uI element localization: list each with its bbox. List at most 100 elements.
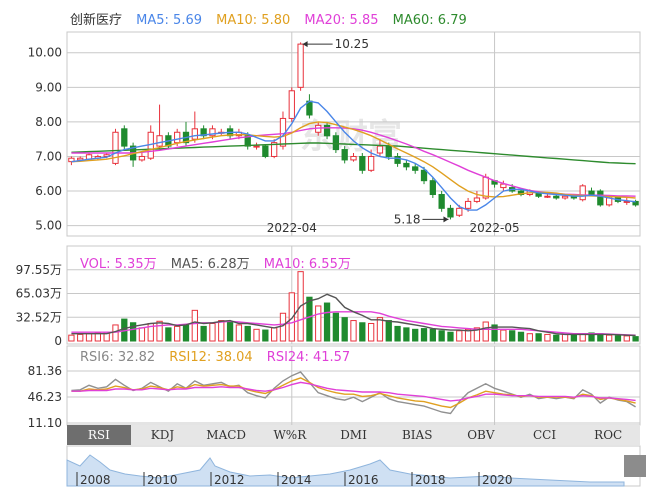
volume-bar [332,312,340,342]
candle-body [553,195,560,199]
rsi-y-tick: 81.36 [28,364,62,378]
volume-bar [570,334,578,342]
tab-cci[interactable]: CCI [513,425,577,445]
volume-y-tick: 97.55万 [16,263,62,277]
candle-body [412,166,419,171]
tab-wr[interactable]: W%R [258,425,322,445]
high-annotation: 10.25 [335,37,369,51]
candle-body [482,176,489,199]
volume-bar [279,312,287,342]
volume-bar [200,325,207,342]
candle-body [561,195,569,199]
volume-y-tick: 32.52万 [16,310,62,324]
candle-body [297,43,304,88]
volume-bar [323,302,331,342]
candle-body [350,155,357,161]
rsi-lines [71,371,636,415]
volume-bar [420,328,428,342]
candle-body [332,135,340,151]
volume-bar [218,320,225,342]
volume-bar [544,333,551,342]
volume-bar [244,325,251,342]
tab-dmi[interactable]: DMI [322,425,386,445]
candle-body [359,155,366,171]
candle-body [500,183,507,189]
rsi6-line [71,371,636,415]
price-y-tick: 9.00 [35,80,62,94]
volume-bar [182,324,190,342]
tab-roc[interactable]: ROC [576,425,640,445]
timeline-year-label: 2010 [147,473,178,487]
ma60-legend: MA60: 6.79 [392,13,467,28]
price-legend: 创新医疗 MA5: 5.69 MA10: 5.80 MA20: 5.85 MA6… [70,9,477,28]
volume-bar [509,330,516,342]
price-y-tick: 7.00 [35,149,62,163]
volume-legend: VOL: 5.35万 MA5: 6.28万 MA10: 6.55万 [80,253,361,272]
tab-kdj[interactable]: KDJ [131,425,195,445]
candle-body [253,145,260,148]
volume-bar [376,317,384,342]
price-x-tick: 2022-05 [469,221,519,235]
ma5-legend: MA5: 5.69 [136,13,202,28]
candle-body [597,190,604,206]
tab-obv[interactable]: OBV [449,425,513,445]
volume-bar [350,320,357,342]
candle-body [138,155,146,161]
candle-body [323,124,331,137]
rsi12-legend: RSI12: 38.04 [169,350,253,365]
timeline-year-label: 2012 [214,473,245,487]
candle-body [385,145,392,157]
candle-body [174,131,181,144]
volume-bar [482,321,489,342]
volume-bar [306,296,313,342]
tab-macd[interactable]: MACD [194,425,258,445]
rsi-legend: RSI6: 32.82 RSI12: 38.04 RSI24: 41.57 [80,350,360,365]
rsi-y-axis: 81.36 46.23 11.10 [28,364,62,430]
volume-bar [262,329,269,342]
volume-bar [112,324,119,342]
volume-bar [394,325,401,342]
tab-rsi[interactable]: RSI [67,425,131,445]
volume-bar [85,333,93,342]
price-y-tick: 5.00 [35,219,62,233]
volume-bar [456,330,463,342]
candle-body [112,131,119,164]
volume-bar [367,322,375,342]
volume-bar [174,325,181,342]
candle-body [376,145,384,154]
candle-body [473,197,481,202]
candle-body [288,90,295,119]
candle-body [429,180,436,196]
volume-bar [191,309,198,342]
candle-body [420,169,428,182]
price-x-tick: 2022-04 [267,221,317,235]
rsi-y-tick: 46.23 [28,390,62,404]
vol-ma10-legend: MA10: 6.55万 [263,257,351,272]
volume-bar [632,336,639,342]
rsi24-legend: RSI24: 41.57 [266,350,351,365]
price-y-axis: 10.00 9.00 8.00 7.00 6.00 5.00 [28,46,62,233]
volume-bar [526,333,533,342]
volume-y-tick: 0 [54,334,62,348]
candle-body [191,128,198,140]
price-y-tick: 8.00 [35,115,62,129]
ma20-legend: MA20: 5.85 [304,13,379,28]
volume-bar [315,305,322,342]
ma10-legend: MA10: 5.80 [216,13,291,28]
volume-bar [253,328,260,342]
volume-bar [77,333,84,342]
volume-bar [447,331,454,342]
volume-bar [385,320,392,342]
candle-body [367,155,375,171]
candle-body [544,195,551,198]
price-y-tick: 10.00 [28,46,62,60]
stock-name: 创新医疗 [70,13,123,28]
candle-body [447,207,454,218]
volume-bar [614,335,622,342]
stock-chart-canvas: 东财富 10.009.008.007.006.005.00 2022-04 202… [16,31,641,487]
indicator-tabs: RSI KDJ MACD W%R DMI BIAS OBV CCI ROC [67,425,640,445]
tab-bias[interactable]: BIAS [385,425,449,445]
vol-legend: VOL: 5.35万 [80,257,157,272]
candle-body [156,135,163,147]
timeline-scroll-handle[interactable] [624,455,646,477]
